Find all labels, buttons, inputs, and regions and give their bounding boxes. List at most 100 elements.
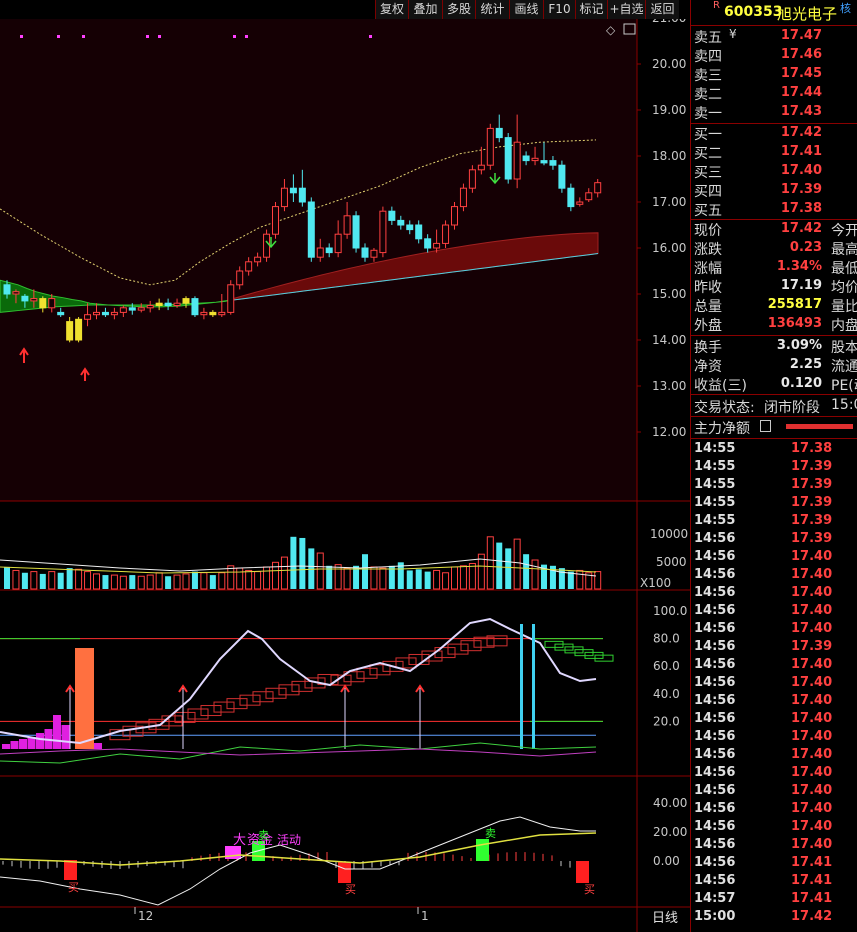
volume-bar <box>119 575 127 590</box>
bid-row-4-label: 买四 <box>694 184 722 200</box>
stat2-row-2-label: 收益(三) <box>694 378 747 394</box>
candle-body <box>93 311 100 316</box>
kdj-step-box <box>395 657 417 669</box>
tick-row: 14:56 17.40 <box>691 656 857 674</box>
toolbar-button-6[interactable]: 标记 <box>575 0 607 19</box>
candle-body <box>361 247 369 258</box>
stock-tag[interactable]: 核 <box>840 0 851 16</box>
toolbar-button-1[interactable]: 叠加 <box>408 0 442 19</box>
tick-time: 14:56 <box>694 693 736 708</box>
stat-row-0: 现价 17.42 今开 <box>691 220 857 239</box>
main-net-row[interactable]: 主力净额 <box>691 418 857 437</box>
stat-row-5-trail: 内盘 <box>831 318 857 334</box>
stat-row-3: 昨收 17.19 均价 <box>691 277 857 296</box>
volume-bar <box>576 569 584 590</box>
toolbar-button-0[interactable]: 复权 <box>375 0 408 19</box>
volume-bar <box>280 556 288 590</box>
volume-bar <box>66 568 73 589</box>
separator <box>691 416 857 417</box>
volume-bar <box>84 571 92 590</box>
toolbar-button-3[interactable]: 统计 <box>475 0 509 19</box>
candle-body <box>307 201 315 258</box>
ask-row-2-label: 卖二 <box>694 87 722 103</box>
tick-row: 14:56 17.41 <box>691 854 857 872</box>
tick-price: 17.40 <box>791 693 833 708</box>
tick-time: 14:57 <box>694 891 736 906</box>
ask-row-5-label: 卖五 <box>694 30 722 46</box>
candle-body <box>477 164 485 171</box>
tick-row: 14:56 17.41 <box>691 872 857 890</box>
candle-body <box>280 187 288 208</box>
tick-row: 14:55 17.38 <box>691 440 857 458</box>
candle-body <box>272 206 279 235</box>
candle-body <box>227 284 235 313</box>
stat2-row-1-trail: 流通 <box>831 359 857 375</box>
list-icon[interactable] <box>760 420 771 432</box>
volume-bar <box>155 572 163 590</box>
volume-bar <box>21 572 28 589</box>
candle-body <box>245 261 253 272</box>
toolbar-button-8[interactable]: 返回 <box>645 0 679 19</box>
tick-row: 14:56 17.40 <box>691 566 857 584</box>
tick-time: 14:56 <box>694 549 736 564</box>
volume-bar <box>513 538 521 590</box>
volume-bar <box>343 567 351 590</box>
chart-toolbar: 复权 叠加 多股 统计 画线 F10 标记 +自选 返回 <box>0 0 690 19</box>
volume-bar <box>191 571 198 589</box>
volume-axis-label: 10000 <box>650 527 688 541</box>
candle-body <box>146 305 154 309</box>
kdj-cyan-marker <box>532 624 535 749</box>
ask-row-3: 卖三 17.45 <box>691 65 857 84</box>
stat2-row-0-trail: 股本 <box>831 340 857 356</box>
tick-time: 14:56 <box>694 585 736 600</box>
ask-row-4: 卖四 17.46 <box>691 46 857 65</box>
tick-time: 14:55 <box>694 459 736 474</box>
candle-body <box>128 307 136 311</box>
stat-row-5: 外盘 136493 内盘 <box>691 315 857 334</box>
price-axis-label: 13.00 <box>652 379 686 393</box>
kdj-cyan-marker <box>520 624 523 749</box>
candle-body <box>182 298 190 304</box>
volume-bar <box>505 548 512 589</box>
buy-marker: 买 <box>345 883 356 896</box>
candle-body <box>254 256 262 263</box>
volume-bar <box>218 572 226 590</box>
candle-body <box>316 247 324 258</box>
tick-time: 14:56 <box>694 603 736 618</box>
candle-body <box>164 302 172 307</box>
macd-axis-label: 40.00 <box>653 796 687 810</box>
price-axis-label: 21.00 <box>652 19 686 25</box>
tick-time: 15:00 <box>694 909 736 924</box>
toolbar-button-2[interactable]: 多股 <box>442 0 475 19</box>
bid-row-1: 买一 17.42 <box>691 124 857 143</box>
toolbar-button-7[interactable]: +自选 <box>607 0 645 19</box>
chart-svg[interactable]: 21.00 20.00 19.00 18.00 17.00 16.00 15.00 14.00… <box>0 19 690 932</box>
tick-time: 14:56 <box>694 855 736 870</box>
macd-red-block <box>64 860 77 880</box>
candle-body <box>585 192 593 201</box>
candle-body <box>298 187 306 203</box>
toolbar-button-5[interactable]: F10 <box>543 0 575 19</box>
candle-body <box>442 224 450 244</box>
stat2-row-1: 净资 2.25 流通 <box>691 356 857 375</box>
ask-row-1: 卖一 17.43 <box>691 103 857 122</box>
sell-marker: 卖 <box>485 827 496 840</box>
volume-bar <box>39 573 46 589</box>
stat-row-3-value: 17.19 <box>780 278 822 293</box>
candle-body <box>531 157 539 162</box>
toolbar-button-4[interactable]: 画线 <box>509 0 543 19</box>
tick-price: 17.40 <box>791 585 833 600</box>
chart-area[interactable]: 21.00 20.00 19.00 18.00 17.00 16.00 15.00 14.00… <box>0 19 690 932</box>
kdj-step-box <box>460 640 482 652</box>
candle-body <box>415 224 423 240</box>
diamond-icon: ◇ <box>606 23 616 37</box>
volume-axis-label: 5000 <box>656 555 687 569</box>
candle-body <box>567 187 575 208</box>
tick-price: 17.41 <box>791 891 833 906</box>
stat-row-4: 总量 255817 量比 <box>691 296 857 315</box>
tick-row: 14:56 17.40 <box>691 710 857 728</box>
tick-row: 14:56 17.40 <box>691 674 857 692</box>
ask-row-2: 卖二 17.44 <box>691 84 857 103</box>
buy-arrow-icon <box>80 367 90 381</box>
candle-body <box>576 201 584 205</box>
